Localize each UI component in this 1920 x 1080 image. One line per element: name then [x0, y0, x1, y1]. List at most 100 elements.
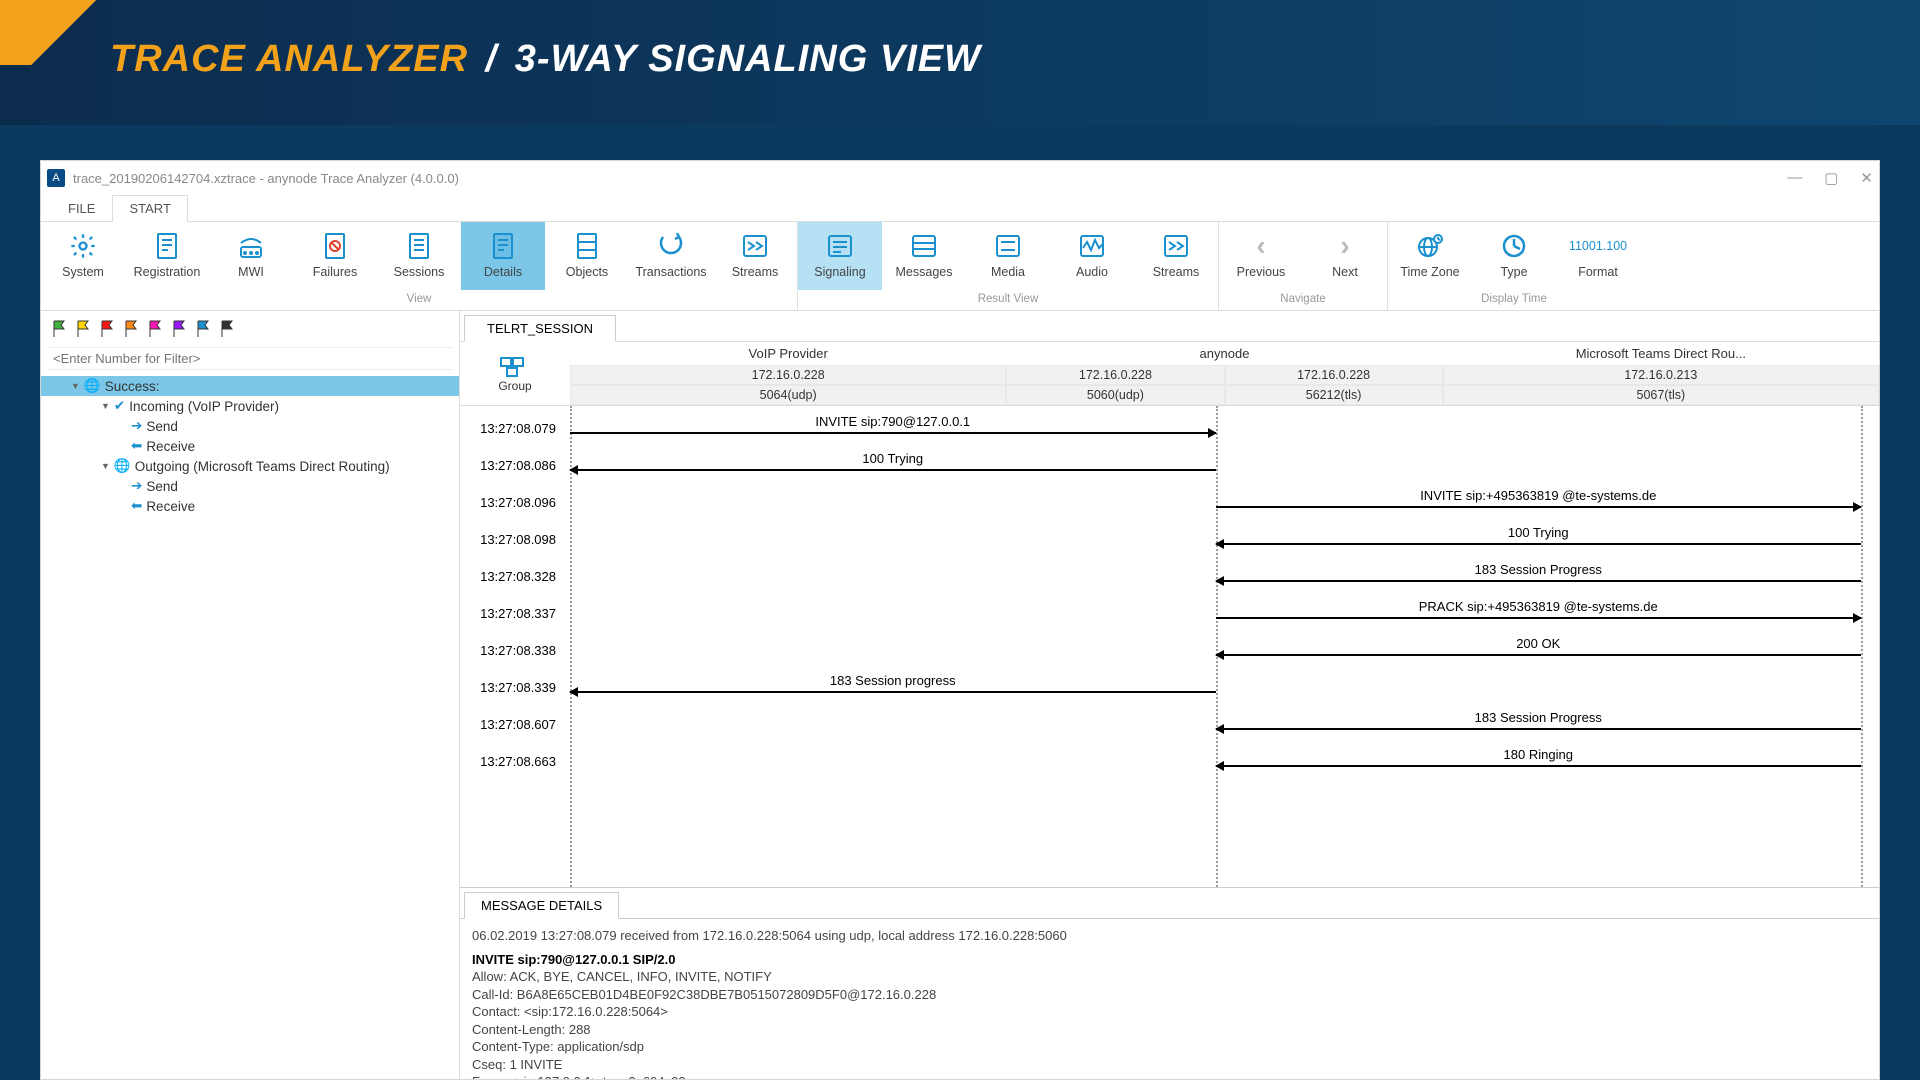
tree-incoming-send[interactable]: ➔Send — [41, 416, 459, 436]
btn-objects[interactable]: Objects — [545, 222, 629, 290]
session-tabs: TELRT_SESSION — [460, 311, 1879, 342]
seq-message-label: INVITE sip:790@127.0.0.1 — [570, 414, 1216, 429]
msg-header-line: Content-Length: 288 — [472, 1021, 1867, 1039]
btn-system[interactable]: System — [41, 222, 125, 290]
ribbon-group-display: Time Zone Type 11001.100Format Display T… — [1388, 222, 1640, 310]
msg-meta: 06.02.2019 13:27:08.079 received from 17… — [472, 927, 1867, 945]
title-gold: TRACE ANALYZER — [110, 38, 468, 80]
seq-timestamp: 13:27:08.086 — [460, 458, 570, 473]
minimize-icon[interactable]: — — [1787, 169, 1802, 187]
slide-header: TRACE ANALYZER / 3-WAY SIGNALING VIEW — [0, 0, 1920, 125]
flag-icon[interactable] — [99, 319, 117, 339]
maximize-icon[interactable]: ▢ — [1824, 169, 1838, 187]
seq-message-label: 200 OK — [1216, 636, 1862, 651]
seq-message[interactable]: 13:27:08.079INVITE sip:790@127.0.0.1 — [460, 410, 1861, 446]
btn-next[interactable]: ›Next — [1303, 222, 1387, 290]
seq-timestamp: 13:27:08.663 — [460, 754, 570, 769]
header-wedge — [0, 0, 110, 65]
main-tabs: FILE START — [41, 195, 1879, 222]
flag-icon[interactable] — [123, 319, 141, 339]
seq-timestamp: 13:27:08.328 — [460, 569, 570, 584]
tab-start[interactable]: START — [112, 195, 187, 222]
seq-timestamp: 13:27:08.607 — [460, 717, 570, 732]
msg-details-tab[interactable]: MESSAGE DETAILS — [464, 892, 619, 919]
seq-timestamp: 13:27:08.098 — [460, 532, 570, 547]
title-white: 3-WAY SIGNALING VIEW — [515, 38, 981, 80]
seq-message-label: 100 Trying — [570, 451, 1216, 466]
btn-streams[interactable]: Streams — [713, 222, 797, 290]
btn-messages[interactable]: Messages — [882, 222, 966, 290]
window-title: trace_20190206142704.xztrace - anynode T… — [73, 171, 459, 186]
group-label-navigate: Navigate — [1219, 290, 1387, 310]
btn-transactions[interactable]: Transactions — [629, 222, 713, 290]
btn-registration[interactable]: Registration — [125, 222, 209, 290]
tree-success[interactable]: ▼🌐Success: — [41, 376, 459, 396]
flag-bar — [41, 311, 459, 347]
group-icon[interactable] — [498, 355, 526, 379]
tree-outgoing-send[interactable]: ➔Send — [41, 476, 459, 496]
btn-streams2[interactable]: Streams — [1134, 222, 1218, 290]
btn-previous[interactable]: ‹Previous — [1219, 222, 1303, 290]
btn-sessions[interactable]: Sessions — [377, 222, 461, 290]
tree-incoming-receive[interactable]: ⬅Receive — [41, 436, 459, 456]
btn-mwi[interactable]: MWI — [209, 222, 293, 290]
ribbon-group-navigate: ‹Previous ›Next Navigate — [1219, 222, 1388, 310]
msg-header-line: Contact: <sip:172.16.0.228:5064> — [472, 1003, 1867, 1021]
close-icon[interactable]: ✕ — [1860, 169, 1873, 187]
right-panel: TELRT_SESSION Group VoIP Provider 172.16… — [460, 311, 1879, 1079]
seq-timestamp: 13:27:08.337 — [460, 606, 570, 621]
flag-icon[interactable] — [51, 319, 69, 339]
seq-message-label: 183 Session Progress — [1216, 562, 1862, 577]
filter-input[interactable] — [47, 347, 453, 370]
seq-message[interactable]: 13:27:08.337PRACK sip:+495363819 @te-sys… — [460, 595, 1861, 631]
tree-incoming[interactable]: ▼✔Incoming (VoIP Provider) — [41, 396, 459, 416]
seq-message-label: 180 Ringing — [1216, 747, 1862, 762]
btn-details[interactable]: Details — [461, 222, 545, 290]
sequence-header: Group VoIP Provider 172.16.0.228 5064(ud… — [460, 342, 1879, 406]
btn-audio[interactable]: Audio — [1050, 222, 1134, 290]
seq-message[interactable]: 13:27:08.607183 Session Progress — [460, 706, 1861, 742]
flag-icon[interactable] — [219, 319, 237, 339]
msg-header-line: Allow: ACK, BYE, CANCEL, INFO, INVITE, N… — [472, 968, 1867, 986]
flag-icon[interactable] — [75, 319, 93, 339]
group-label-result: Result View — [798, 290, 1218, 310]
seq-timestamp: 13:27:08.079 — [460, 421, 570, 436]
lane-b-title: anynode — [1006, 342, 1442, 365]
tree-outgoing[interactable]: ▼🌐Outgoing (Microsoft Teams Direct Routi… — [41, 456, 459, 476]
btn-signaling[interactable]: Signaling — [798, 222, 882, 290]
seq-message[interactable]: 13:27:08.328 183 Session Progress — [460, 558, 1861, 594]
session-tab[interactable]: TELRT_SESSION — [464, 315, 616, 342]
slide-title: TRACE ANALYZER / 3-WAY SIGNALING VIEW — [110, 38, 981, 81]
seq-message[interactable]: 13:27:08.098 100 Trying — [460, 521, 1861, 557]
btn-media[interactable]: Media — [966, 222, 1050, 290]
btn-type[interactable]: Type — [1472, 222, 1556, 290]
message-details: MESSAGE DETAILS 06.02.2019 13:27:08.079 … — [460, 887, 1879, 1079]
seq-timestamp: 13:27:08.096 — [460, 495, 570, 510]
seq-message[interactable]: 13:27:08.086100 Trying — [460, 447, 1861, 483]
flag-icon[interactable] — [171, 319, 189, 339]
seq-message[interactable]: 13:27:08.338200 OK — [460, 632, 1861, 668]
ribbon: System Registration MWI Failures Session… — [41, 222, 1879, 311]
seq-message[interactable]: 13:27:08.339183 Session progress — [460, 669, 1861, 705]
seq-message-label: INVITE sip:+495363819 @te-systems.de — [1216, 488, 1862, 503]
ribbon-group-result: Signaling Messages Media Audio Streams R… — [798, 222, 1219, 310]
flag-icon[interactable] — [147, 319, 165, 339]
seq-message[interactable]: 13:27:08.663 180 Ringing — [460, 743, 1861, 779]
seq-message[interactable]: 13:27:08.096 INVITE sip:+495363819 @te-sy… — [460, 484, 1861, 520]
session-tree: ▼🌐Success: ▼✔Incoming (VoIP Provider) ➔S… — [41, 376, 459, 516]
tab-file[interactable]: FILE — [51, 195, 112, 221]
btn-timezone[interactable]: Time Zone — [1388, 222, 1472, 290]
seq-timestamp: 13:27:08.339 — [460, 680, 570, 695]
seq-message-label: 100 Trying — [1216, 525, 1862, 540]
btn-failures[interactable]: Failures — [293, 222, 377, 290]
msg-request-line: INVITE sip:790@127.0.0.1 SIP/2.0 — [472, 951, 1867, 969]
left-panel: ▼🌐Success: ▼✔Incoming (VoIP Provider) ➔S… — [41, 311, 460, 1079]
title-sep: / — [486, 38, 498, 80]
msg-header-line: From: <sip:127.0.0.1>;tag=3e694c03 — [472, 1073, 1867, 1079]
app-window: A trace_20190206142704.xztrace - anynode… — [40, 160, 1880, 1080]
btn-format[interactable]: 11001.100Format — [1556, 222, 1640, 290]
sequence-diagram[interactable]: 13:27:08.079INVITE sip:790@127.0.0.113:2… — [460, 406, 1879, 887]
flag-icon[interactable] — [195, 319, 213, 339]
tree-outgoing-receive[interactable]: ⬅Receive — [41, 496, 459, 516]
msg-details-body[interactable]: 06.02.2019 13:27:08.079 received from 17… — [460, 919, 1879, 1079]
